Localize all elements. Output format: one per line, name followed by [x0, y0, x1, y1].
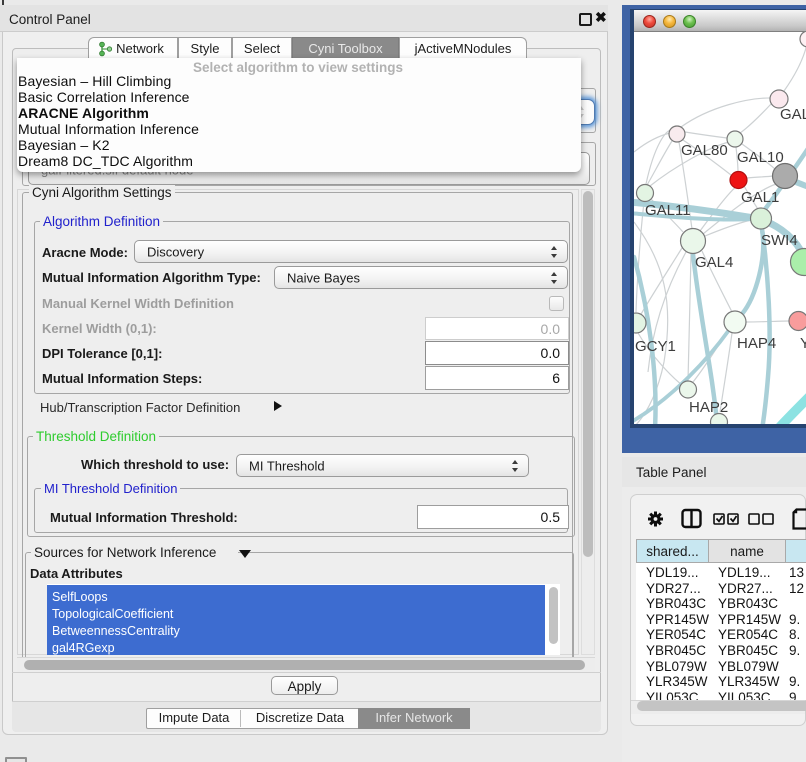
svg-text:GAL1: GAL1 [741, 189, 779, 206]
svg-text:GAL10: GAL10 [737, 149, 784, 166]
svg-text:GAL7: GAL7 [780, 106, 806, 123]
svg-text:HAP4: HAP4 [737, 335, 776, 352]
svg-text:HAP2: HAP2 [689, 399, 728, 416]
svg-text:GAL11: GAL11 [645, 202, 691, 219]
svg-text:SWI4: SWI4 [761, 232, 798, 249]
svg-text:GAL80: GAL80 [681, 142, 728, 159]
svg-text:GAL4: GAL4 [695, 254, 733, 271]
svg-text:GCY1: GCY1 [635, 338, 676, 355]
svg-text:YE: YE [800, 335, 806, 352]
